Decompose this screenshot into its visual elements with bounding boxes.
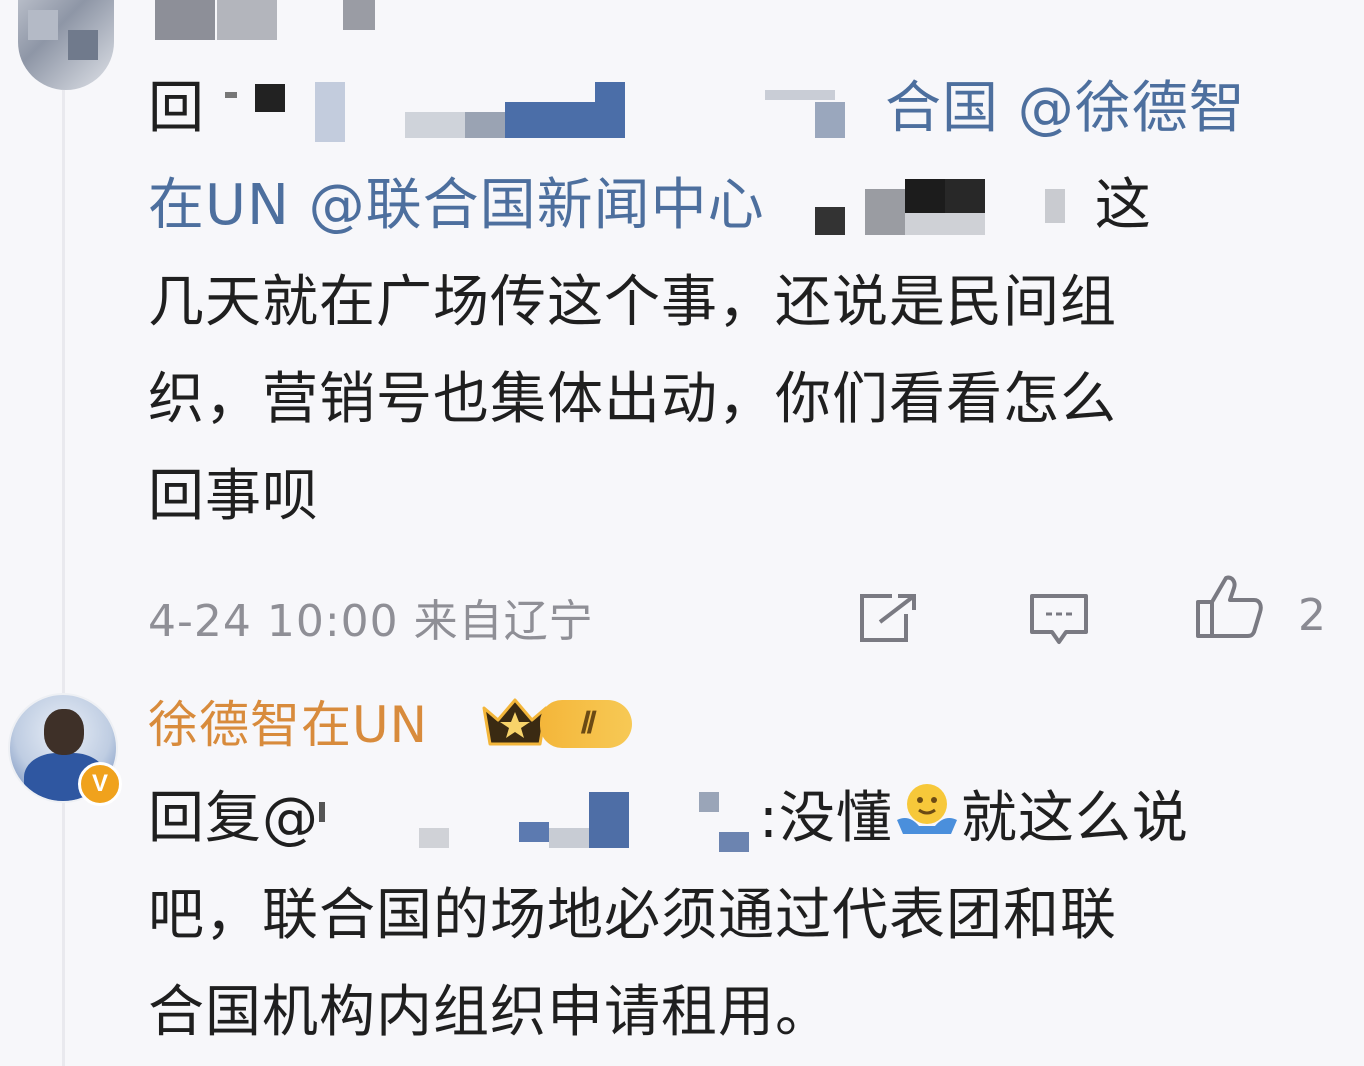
level-badge: Ⅱ — [540, 700, 632, 748]
reply-prefix: 回复@ — [148, 786, 319, 851]
comment-text: 这 — [1094, 173, 1152, 238]
timestamp: 4-24 10:00 来自辽宁 — [148, 596, 594, 647]
comment-line-3: 合国机构内组织申请租用。 — [148, 980, 832, 1045]
comment-line-1: 回复@ :没懂 就这么说 — [148, 770, 1328, 870]
username-link[interactable]: 徐德智在UN — [148, 690, 428, 760]
hug-emoji-icon — [895, 773, 959, 870]
comment-line-2: 在UN @联合国新闻中心 这 — [148, 157, 1328, 254]
redacted-mosaic — [205, 81, 885, 142]
comment-line-5: 回事呗 — [148, 464, 319, 529]
comment-text: :没懂 — [759, 786, 893, 851]
share-icon[interactable] — [858, 592, 918, 644]
comment-line-4: 织，营销号也集体出动，你们看看怎么 — [148, 367, 1117, 432]
redacted-mosaic — [319, 791, 759, 852]
comment-icon[interactable] — [1028, 592, 1090, 648]
username-mosaic — [155, 0, 455, 44]
like-count: 2 — [1298, 590, 1326, 641]
reply-prefix: 回 — [148, 76, 205, 141]
verified-badge: V — [78, 762, 122, 806]
mention-link[interactable]: 在UN @联合国新闻中心 — [148, 173, 765, 238]
avatar[interactable] — [18, 0, 114, 90]
comment-text: 就这么说 — [960, 786, 1189, 851]
like-icon[interactable] — [1194, 574, 1264, 640]
mention-text[interactable]: 合国 @徐德智 — [885, 76, 1246, 141]
comment-line-3: 几天就在广场传这个事，还说是民间组 — [148, 270, 1117, 335]
redacted-mosaic — [765, 178, 1095, 239]
comment-line-1: 回 合国 @徐德智 — [148, 60, 1328, 157]
comment-meta: 4-24 10:00 来自辽宁 2 — [148, 575, 1328, 652]
thread-line — [62, 90, 65, 1066]
comment-line-2: 吧，联合国的场地必须通过代表团和联 — [148, 883, 1117, 948]
